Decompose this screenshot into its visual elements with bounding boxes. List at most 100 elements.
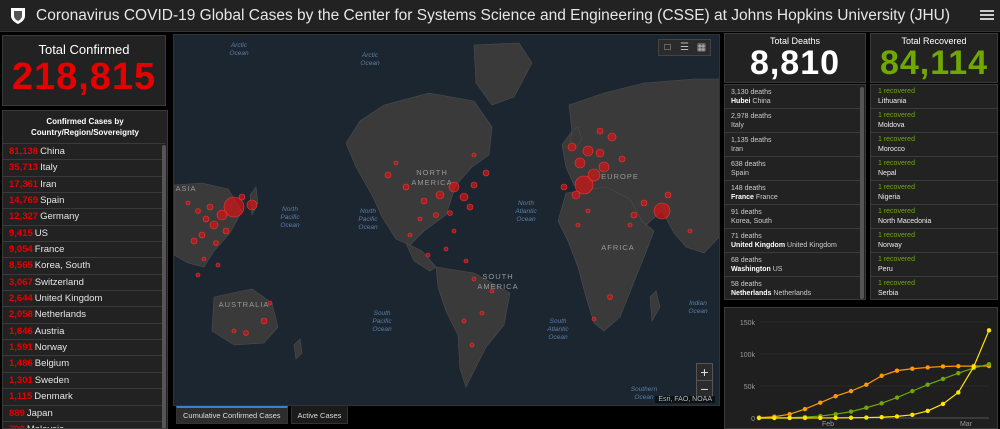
deaths-row[interactable]: 1,135 deaths Iran — [725, 133, 861, 157]
confirmed-count: 889 — [9, 407, 25, 419]
deaths-list-panel: 3,130 deaths Hubei China 2,978 deaths Ital… — [724, 84, 866, 300]
confirmed-country-row[interactable]: 12,327 Germany — [3, 208, 165, 224]
data-point — [925, 365, 930, 370]
data-point — [848, 415, 854, 420]
deaths-country: Korea, South — [731, 218, 772, 225]
confirmed-country-row[interactable]: 1,591 Norway — [3, 339, 165, 355]
country-name: Belgium — [34, 358, 70, 370]
recovered-list-panel: 1 recovered Lithuania 1 recovered Moldova 1 … — [870, 84, 998, 300]
tab-cumulative-confirmed[interactable]: Cumulative Confirmed Cases — [176, 406, 288, 424]
data-point — [956, 390, 961, 395]
confirmed-count: 790 — [9, 424, 25, 428]
data-point — [879, 415, 884, 420]
new-zealand-land — [293, 338, 303, 360]
recovered-list[interactable]: 1 recovered Lithuania 1 recovered Moldova 1 … — [871, 85, 997, 299]
deaths-country: United Kingdom — [787, 242, 837, 249]
confirmed-country-row[interactable]: 790Malaysia — [3, 420, 165, 428]
confirmed-country-row[interactable]: 9,415 US — [3, 224, 165, 241]
recovered-row[interactable]: 1 recovered Nepal — [871, 157, 997, 181]
zoom-control: + − — [696, 363, 713, 397]
confirmed-count: 1,486 — [9, 358, 33, 370]
country-name: Japan — [26, 407, 53, 419]
deaths-country: US — [772, 266, 783, 273]
confirmed-country-row[interactable]: 14,769 Spain — [3, 192, 165, 208]
confirmed-country-row[interactable]: 3,067 Switzerland — [3, 273, 165, 290]
data-point — [818, 415, 823, 421]
data-point — [802, 415, 808, 421]
deaths-location: France France — [731, 193, 861, 202]
data-point — [910, 366, 915, 371]
deaths-count: 1,135 deaths — [731, 137, 772, 144]
confirmed-count: 3,067 — [9, 276, 33, 288]
tab-active-cases[interactable]: Active Cases — [290, 406, 349, 424]
data-point — [986, 328, 992, 333]
world-map[interactable]: Arctic Ocean Arctic Ocean North Pacific Ocea… — [173, 34, 720, 406]
deaths-row[interactable]: 68 deaths Washington US — [725, 253, 861, 277]
confirmed-country-row[interactable]: 889 Japan — [3, 404, 165, 421]
confirmed-country-row[interactable]: 1,486 Belgium — [3, 355, 165, 371]
deaths-row[interactable]: 71 deaths United Kingdom United Kingdom — [725, 229, 861, 253]
deaths-row[interactable]: 2,978 deaths Italy — [725, 109, 861, 133]
recovered-country: Peru — [878, 266, 893, 273]
confirmed-list-scrollbar[interactable] — [162, 145, 166, 428]
data-point — [879, 373, 884, 378]
recovered-country: Moldova — [878, 122, 905, 129]
deaths-count: 58 deaths — [731, 281, 762, 288]
confirmed-country-row[interactable]: 2,058 Netherlands — [3, 306, 165, 322]
confirmed-country-list[interactable]: 81,138 China 35,713 Italy 17,361 Iran 14,769 Sp… — [3, 143, 165, 428]
map-tabs: Cumulative Confirmed Cases Active Cases — [176, 406, 351, 424]
confirmed-count: 1,115 — [9, 391, 33, 403]
country-name: Denmark — [34, 391, 73, 403]
deaths-count: 148 deaths — [731, 185, 766, 192]
deaths-list-scrollbar[interactable] — [860, 87, 864, 299]
confirmed-country-row[interactable]: 1,115 Denmark — [3, 388, 165, 404]
list-icon[interactable]: ☰ — [676, 40, 693, 55]
recovered-row[interactable]: 1 recovered Peru — [871, 253, 997, 277]
country-name: Switzerland — [34, 276, 84, 288]
total-confirmed-label: Total Confirmed — [38, 42, 130, 57]
deaths-row[interactable]: 3,130 deaths Hubei China — [725, 85, 861, 109]
recovered-country: Norway — [878, 242, 902, 249]
country-name: Germany — [40, 211, 80, 223]
confirmed-country-row[interactable]: 81,138 China — [3, 143, 165, 159]
data-point — [956, 363, 961, 369]
south-atlantic-label: South Atlantic Ocean — [546, 318, 569, 341]
deaths-row[interactable]: 638 deaths Spain — [725, 157, 861, 181]
recovered-row[interactable]: 1 recovered Norway — [871, 229, 997, 253]
greenland-land — [473, 42, 533, 106]
hamburger-menu-icon[interactable] — [980, 8, 994, 22]
recovered-count: 1 recovered — [878, 184, 915, 191]
confirmed-country-row[interactable]: 17,361 Iran — [3, 175, 165, 192]
recovered-row[interactable]: 1 recovered Nigeria — [871, 181, 997, 205]
recovered-row[interactable]: 1 recovered Serbia — [871, 277, 997, 299]
confirmed-country-row[interactable]: 1,301 Sweden — [3, 371, 165, 388]
recovered-row[interactable]: 1 recovered Lithuania — [871, 85, 997, 109]
recovered-row[interactable]: 1 recovered Morocco — [871, 133, 997, 157]
bookmark-icon[interactable]: □ — [659, 40, 676, 55]
total-recovered-panel: Total Recovered 84,114 — [870, 33, 998, 83]
confirmed-country-row[interactable]: 1,646 Austria — [3, 322, 165, 339]
zoom-out-button[interactable]: − — [697, 380, 712, 397]
recovered-row[interactable]: 1 recovered North Macedonia — [871, 205, 997, 229]
cases-chart-panel: 0 50k 100k 150k Feb Mar — [724, 307, 998, 429]
confirmed-country-row[interactable]: 8,565 Korea, South — [3, 257, 165, 273]
total-deaths-value: 8,810 — [749, 44, 841, 82]
recovered-row[interactable]: 1 recovered Moldova — [871, 109, 997, 133]
confirmed-count: 35,713 — [9, 162, 39, 174]
deaths-row[interactable]: 148 deaths France France — [725, 181, 861, 205]
jhu-shield-icon — [11, 7, 25, 24]
confirmed-country-row[interactable]: 9,054 France — [3, 241, 165, 257]
x-tick-label: Mar — [960, 421, 973, 428]
confirmed-country-row[interactable]: 2,644 United Kingdom — [3, 290, 165, 306]
australia-label: AUSTRALIA — [219, 300, 270, 309]
map-canvas: Arctic Ocean Arctic Ocean North Pacific Ocea… — [174, 42, 719, 401]
confirmed-country-row[interactable]: 35,713 Italy — [3, 159, 165, 175]
total-confirmed-panel: Total Confirmed 218,815 — [2, 35, 166, 106]
zoom-in-button[interactable]: + — [697, 364, 712, 380]
deaths-row[interactable]: 58 deaths Netherlands Netherlands — [725, 277, 861, 299]
deaths-row[interactable]: 91 deaths Korea, South — [725, 205, 861, 229]
qr-icon[interactable]: ▦ — [693, 40, 710, 55]
recovered-count: 1 recovered — [878, 136, 915, 143]
deaths-list[interactable]: 3,130 deaths Hubei China 2,978 deaths Ital… — [725, 85, 861, 299]
confirmed-count: 17,361 — [9, 178, 39, 190]
